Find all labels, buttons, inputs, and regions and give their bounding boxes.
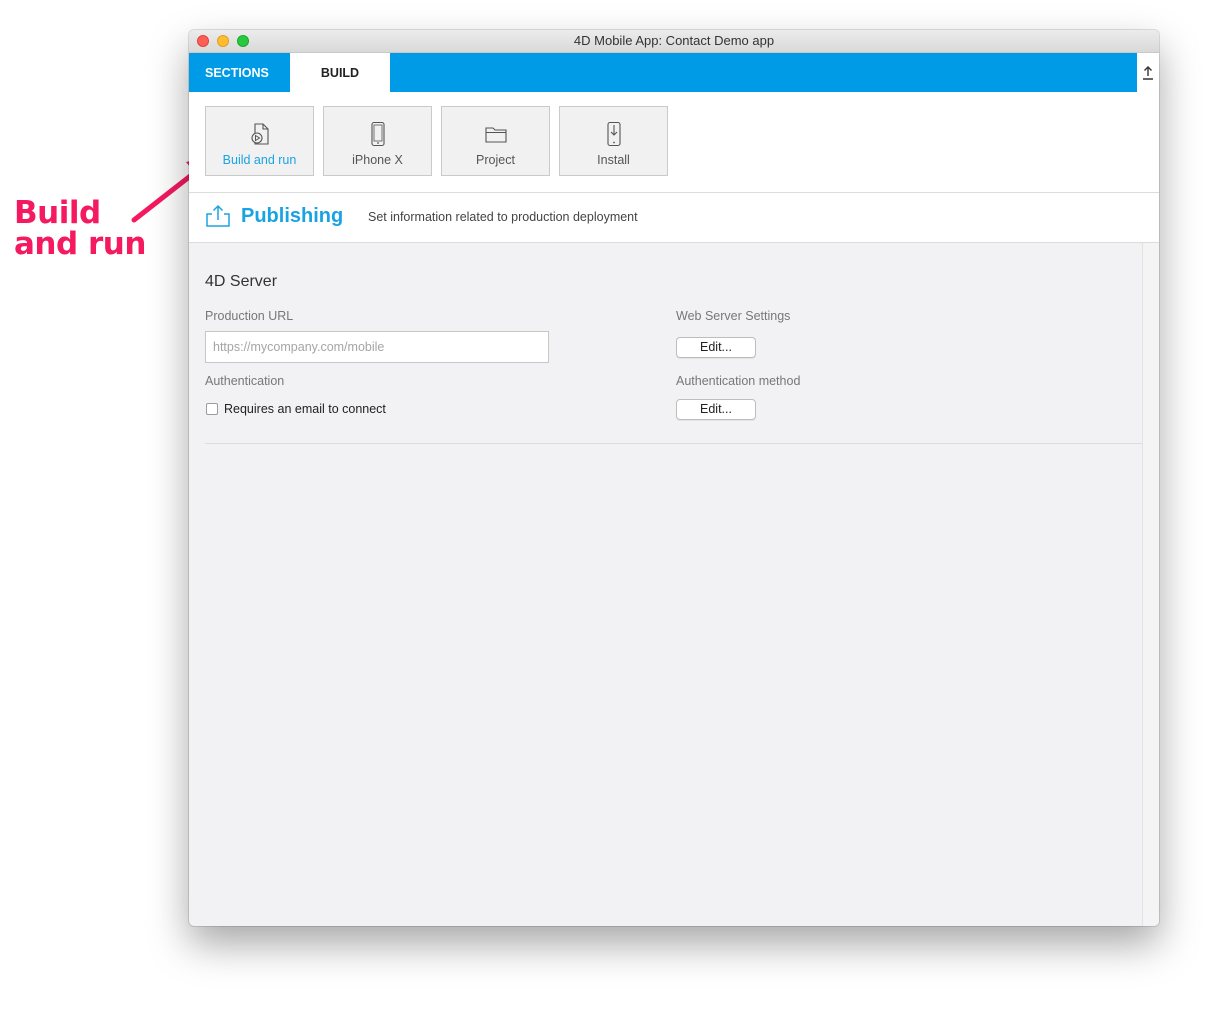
window-title: 4D Mobile App: Contact Demo app [573,33,775,48]
tab-bar: SECTIONS BUILD [189,53,1159,92]
requires-email-checkbox[interactable] [206,403,218,415]
authentication-method-label: Authentication method [676,374,801,388]
publishing-icon [206,204,230,227]
authentication-label: Authentication [205,374,285,388]
build-run-icon [250,123,269,145]
web-server-settings-label: Web Server Settings [676,309,791,323]
section-header: Publishing Set information related to pr… [189,193,1159,243]
production-url-input[interactable] [205,331,549,363]
project-label: Project [476,153,515,167]
tab-build[interactable]: BUILD [290,53,390,92]
publishing-content: 4D Server Production URL Web Server Sett… [189,243,1159,926]
section-title: Publishing [241,205,344,227]
folder-icon [484,127,507,143]
build-toolbar: Build and run iPhone X Project Install [189,92,1159,193]
build-and-run-button[interactable]: Build and run [205,106,314,176]
authentication-method-edit-button[interactable]: Edit... [676,399,756,420]
web-server-edit-button[interactable]: Edit... [676,337,756,358]
iphone-x-label: iPhone X [352,153,403,167]
install-icon [606,121,621,147]
tab-sections[interactable]: SECTIONS [205,53,269,92]
install-button[interactable]: Install [559,106,668,176]
zoom-window-icon[interactable] [237,35,249,47]
minimize-window-icon[interactable] [217,35,229,47]
annotation-line-2: and run [14,226,146,262]
server-section-title: 4D Server [205,273,278,290]
build-and-run-label: Build and run [222,153,297,167]
iphone-x-button[interactable]: iPhone X [323,106,432,176]
app-window: 4D Mobile App: Contact Demo app SECTIONS… [189,30,1159,926]
iphone-icon [370,121,385,147]
close-window-icon[interactable] [197,35,209,47]
title-bar: 4D Mobile App: Contact Demo app [189,30,1159,53]
export-icon[interactable] [1141,65,1155,81]
annotation-line-1: Build [14,195,101,231]
window-controls [197,35,249,47]
annotation-label: Build and run [14,198,146,260]
install-label: Install [597,153,630,167]
project-button[interactable]: Project [441,106,550,176]
section-subtitle: Set information related to production de… [368,210,638,224]
scrollbar[interactable] [1142,243,1159,926]
section-divider [205,443,1143,444]
requires-email-label[interactable]: Requires an email to connect [224,402,386,416]
production-url-label: Production URL [205,309,294,323]
